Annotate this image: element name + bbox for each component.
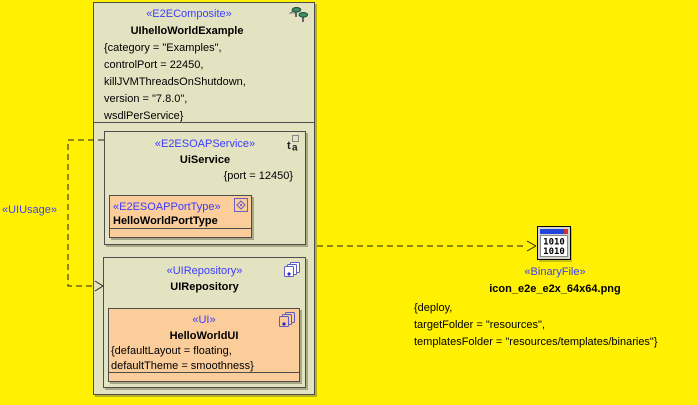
binaryfile-property-line: targetFolder = "resources", (414, 319, 546, 331)
uml-diagram-canvas: «E2EComposite» UIhelloWorldExample {cate… (0, 0, 698, 405)
binary-pattern-row: 1010 (543, 238, 565, 248)
service-port-tag: {port = 12450} (223, 170, 293, 182)
composite-property-line: {category = "Examples", (104, 42, 222, 54)
composite-node-uihelloworldexample[interactable]: «E2EComposite» UIhelloWorldExample {cate… (93, 2, 315, 395)
service-stereotype: «E2ESOAPService» (154, 138, 256, 150)
ui-properties: {defaultLayout = floating, defaultTheme … (109, 344, 299, 374)
repository-node-uirepository[interactable]: «UIRepository» UIRepository «UI» HelloWo… (103, 257, 306, 388)
binaryfile-dependency-edge[interactable] (317, 240, 537, 252)
service-name: UiService (179, 154, 231, 166)
ui-empty-compartment (109, 372, 299, 381)
binaryfile-properties: {deploy, targetFolder = "resources", tem… (414, 300, 658, 351)
composite-property-line: controlPort = 22450, (104, 59, 204, 71)
porttype-empty-compartment (110, 228, 251, 237)
repository-name: UIRepository (170, 281, 239, 293)
porttype-name: HelloWorldPortType (113, 215, 218, 227)
composite-property-line: wsdlPerService} (104, 110, 184, 122)
porttype-node-helloworldporttype[interactable]: «E2ESOAPPortType» HelloWorldPortType (109, 195, 252, 238)
composite-property-line: version = "7.8.0", (104, 93, 188, 105)
copies-icon (279, 312, 295, 327)
binaryfile-property-line: templatesFolder = "resources/templates/b… (414, 336, 658, 348)
composite-property-line: killJVMThreadsOnShutdown, (104, 76, 246, 88)
composite-header: «E2EComposite» UIhelloWorldExample {cate… (94, 3, 314, 123)
binaryfile-property-line: {deploy, (414, 302, 453, 314)
porttype-header: «E2ESOAPPortType» (110, 196, 251, 213)
binary-pattern-row: 1010 (543, 247, 565, 257)
service-node-uiservice[interactable]: «E2ESOAPService» UiService {port = 12450… (104, 131, 306, 245)
binaryfile-stereotype: «BinaryFile» (524, 266, 586, 278)
repository-stereotype: «UIRepository» (166, 265, 243, 277)
ui-name: HelloWorldUI (169, 330, 239, 342)
composite-stereotype: «E2EComposite» (146, 8, 232, 20)
svg-text:t: t (287, 140, 291, 151)
composite-icon (288, 7, 309, 22)
porttype-stereotype: «E2ESOAPPortType» (113, 201, 221, 213)
porttype-icon (234, 198, 248, 212)
binary-file-icon[interactable]: 1010 1010 (537, 226, 573, 264)
composite-properties: {category = "Examples", controlPort = 22… (104, 40, 314, 125)
copies-icon (284, 262, 300, 277)
part-icon: t a (287, 135, 299, 152)
uiusage-stereotype-label: «UIUsage» (2, 204, 58, 216)
composite-name: UIhelloWorldExample (130, 25, 244, 37)
ui-property-line: {defaultLayout = floating, (111, 345, 232, 357)
ui-stereotype: «UI» (192, 314, 216, 326)
binaryfile-name: icon_e2e_e2x_64x64.png (489, 283, 621, 295)
ui-node-helloworldui[interactable]: «UI» HelloWorldUI {defaultLayout = float… (108, 308, 300, 382)
svg-text:a: a (292, 143, 298, 152)
